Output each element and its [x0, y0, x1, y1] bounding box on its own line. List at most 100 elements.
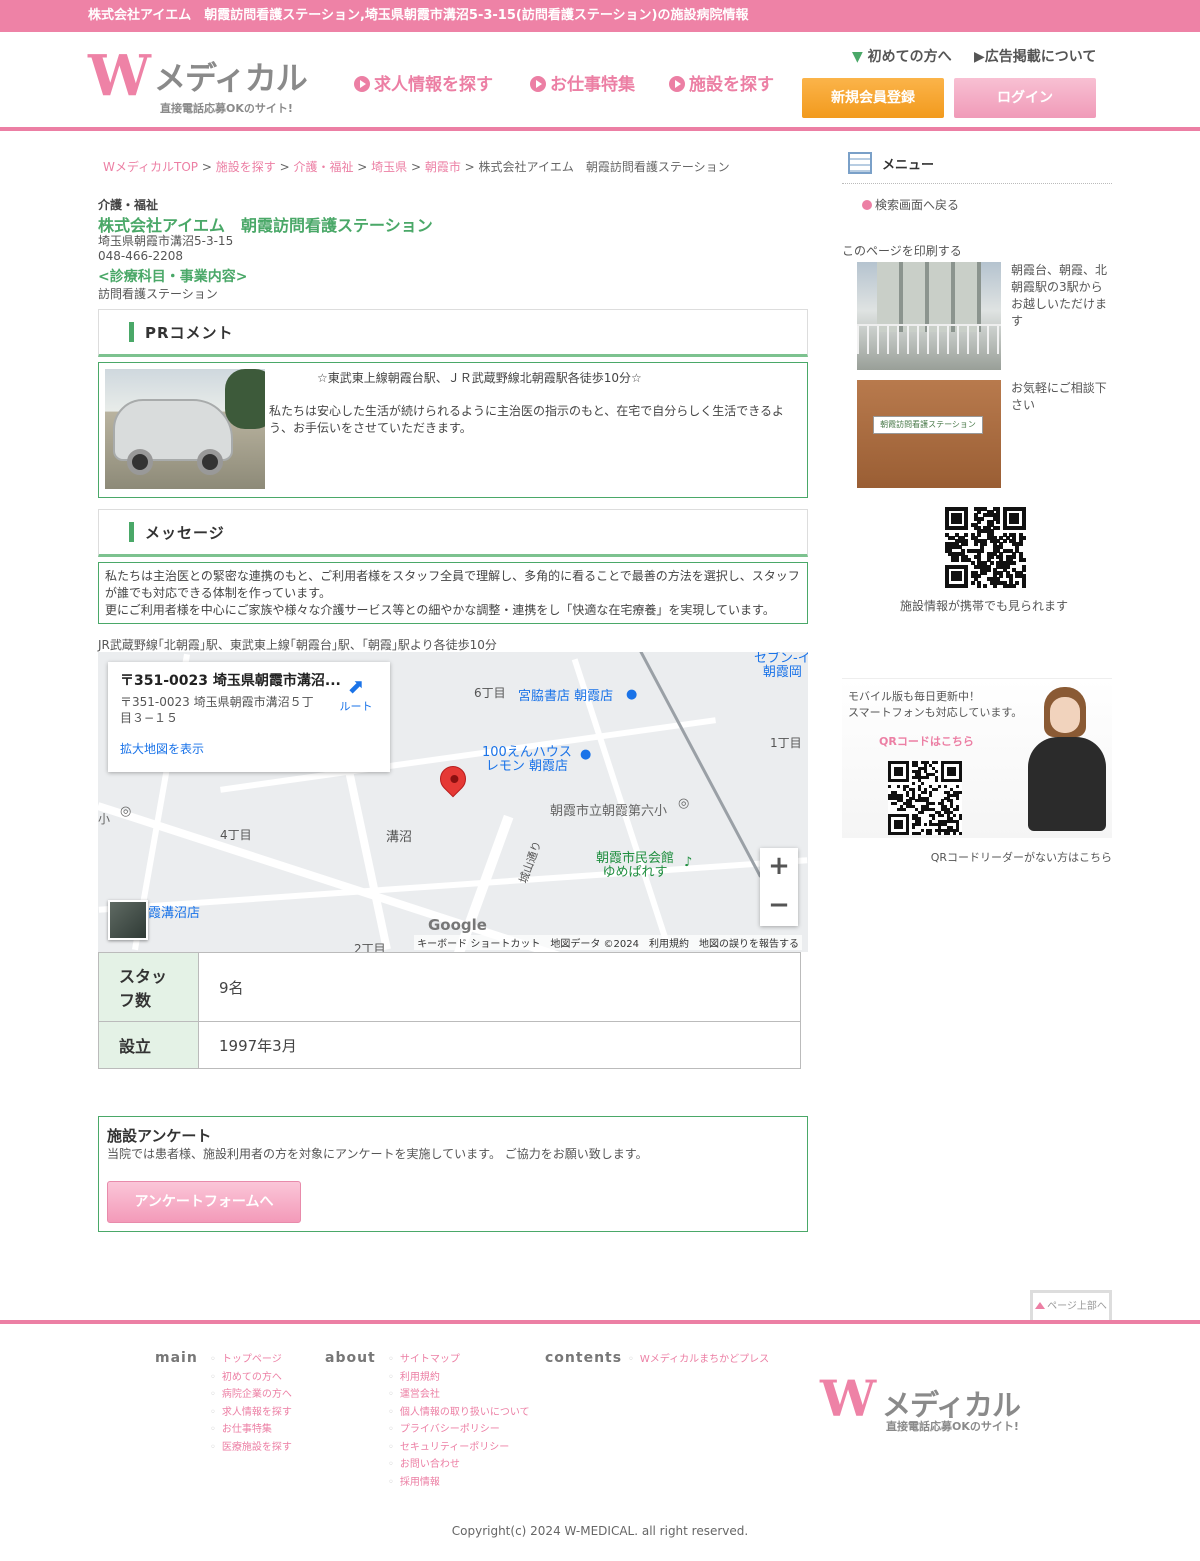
footer-main-link[interactable]: ◦ トップページ — [210, 1351, 292, 1369]
qr-module — [941, 814, 945, 818]
nav-job-search[interactable]: 求人情報を探す — [354, 70, 493, 95]
footer-main-link[interactable]: ◦ 初めての方へ — [210, 1369, 292, 1387]
footer-main-link[interactable]: ◦ 求人情報を探す — [210, 1404, 292, 1422]
breadcrumb-city[interactable]: 朝霞市 — [425, 160, 461, 174]
breadcrumb-facility[interactable]: 施設を探す — [216, 160, 276, 174]
breadcrumb-category[interactable]: 介護・福祉 — [293, 160, 353, 174]
shopping-bag-icon: ● — [626, 687, 638, 702]
print-page-link[interactable]: このページを印刷する — [842, 242, 962, 259]
footer-about-link[interactable]: ◦ 採用情報 — [388, 1474, 530, 1492]
photo1-caption: 朝霞台、朝霞、北朝霞駅の3駅からお越しいただけます — [1011, 263, 1108, 328]
pr-text-access: ☆東武東上線朝霞台駅、ＪＲ武蔵野線北朝霞駅各徒歩10分☆ — [317, 371, 642, 385]
util-advertise[interactable]: ▶広告掲載について — [974, 46, 1096, 66]
map-poi-100yen: 100えんハウス レモン 朝霞店 — [482, 745, 572, 774]
bullet-icon: ◦ — [388, 1354, 394, 1365]
qr-module — [911, 826, 915, 830]
footer-main-link[interactable]: ◦ 病院企業の方へ — [210, 1386, 292, 1404]
facility-photo-building — [857, 262, 1001, 370]
footer-main-link[interactable]: ◦ 医療施設を探す — [210, 1439, 292, 1457]
qr-module — [977, 583, 981, 588]
footer-main-links: ◦ トップページ ◦ 初めての方へ ◦ 病院企業の方へ ◦ 求人情報を探す ◦ お仕事特集 ◦ 医療施… — [210, 1351, 292, 1456]
table-value: 1997年3月 — [198, 1021, 801, 1069]
map-enlarge-link[interactable]: 拡大地図を表示 — [120, 740, 378, 757]
page-top-button[interactable]: ページ上部へ — [1030, 1290, 1112, 1320]
music-note-icon: ♪ — [684, 855, 693, 870]
qr-module — [956, 796, 960, 800]
qr-reader-link[interactable]: QRコードリーダーがない方はこちら — [842, 849, 1112, 865]
footer-about-link[interactable]: ◦ セキュリティーポリシー — [388, 1439, 530, 1457]
satellite-toggle[interactable] — [108, 900, 148, 940]
footer-contents-heading: contents — [545, 1350, 623, 1366]
breadcrumb-top[interactable]: WメディカルTOP — [103, 160, 198, 174]
qr-module — [964, 583, 969, 588]
register-button[interactable]: 新規会員登録 — [802, 78, 944, 118]
qr-module — [1021, 535, 1026, 540]
pr-text-body: 私たちは安心した生活が続けられるように主治医の指示のもと、在宅で自分らしく生活で… — [269, 404, 785, 435]
util-first-time[interactable]: ▼ 初めての方へ — [852, 46, 952, 66]
qr-module — [989, 561, 994, 566]
facility-photo-door: 朝霞訪問看護ステーション — [857, 380, 1001, 488]
footer-contents-link[interactable]: ◦ Wメディカルまちかどプレス — [628, 1351, 769, 1369]
message-line-1: 私たちは主治医との緊密な連携のもと、ご利用者様をスタッフ全員で理解し、多角的に看… — [105, 569, 800, 600]
breadcrumb-prefecture[interactable]: 埼玉県 — [371, 160, 407, 174]
map-attribution[interactable]: キーボード ショートカット 地図データ ©2024 利用規約 地図の誤りを報告す… — [414, 935, 802, 950]
footer-about-link[interactable]: ◦ お問い合わせ — [388, 1456, 530, 1474]
mobile-banner[interactable]: モバイル版も毎日更新中！ スマートフォンも対応しています。 QRコードはこちら — [842, 678, 1112, 838]
survey-form-button[interactable]: アンケートフォームへ — [107, 1181, 301, 1223]
qr-module — [1021, 583, 1026, 588]
google-map[interactable]: 6丁目 1丁目 4丁目 溝沼 2丁目 城山通り 小 ◎ 宮脇書店 朝霞店 ● 1… — [98, 652, 808, 952]
footer-logo[interactable]: W メディカル 直接電話応募OKのサイト! — [820, 1372, 1040, 1438]
qr-module — [917, 823, 921, 827]
map-poi-school: 朝霞市立朝霞第六小 — [550, 804, 668, 819]
bullet-icon: ◦ — [210, 1389, 216, 1400]
logo-mark: W — [88, 43, 151, 109]
qr-code-facility — [945, 507, 1026, 588]
login-button[interactable]: ログイン — [954, 78, 1096, 118]
qr-module — [902, 808, 906, 812]
survey-description: 当院では患者様、施設利用者の方を対象にアンケートを実施しています。 ご協力をお願… — [107, 1147, 648, 1161]
qr-module — [1015, 519, 1020, 524]
footer-about-link[interactable]: ◦ プライバシーポリシー — [388, 1421, 530, 1439]
dept-heading: <診療科目・事業内容> — [98, 269, 248, 285]
map-zoom-control: + − — [760, 848, 798, 926]
qr-module — [899, 826, 903, 830]
dept-value: 訪問看護ステーション — [98, 287, 218, 301]
footer-about-link[interactable]: ◦ サイトマップ — [388, 1351, 530, 1369]
google-logo: Google — [428, 916, 487, 934]
pr-heading: PRコメント — [145, 324, 234, 342]
map-label-1chome: 1丁目 — [770, 736, 802, 750]
back-to-search-link[interactable]: 検索画面へ戻る — [862, 196, 959, 213]
footer-main-link[interactable]: ◦ お仕事特集 — [210, 1421, 292, 1439]
qr-module — [996, 526, 1001, 531]
bullet-icon: ◦ — [388, 1459, 394, 1470]
footer-about-link[interactable]: ◦ 個人情報の取り扱いについて — [388, 1404, 530, 1422]
qr-module — [947, 832, 951, 836]
map-pin-icon[interactable] — [434, 760, 472, 798]
map-info-card: 〒351-0023 埼玉県朝霞市溝沼... 〒351-0023 埼玉県朝霞市溝沼… — [108, 662, 390, 772]
footer-divider — [0, 1320, 1200, 1324]
bullet-icon: ◦ — [210, 1441, 216, 1453]
breadcrumb-current: 株式会社アイエム 朝霞訪問看護ステーション — [478, 160, 730, 174]
sidebar-menu-heading: メニュー — [882, 158, 935, 173]
zoom-out-button[interactable]: − — [760, 887, 798, 926]
qr-module — [929, 793, 933, 797]
table-key: 設立 — [98, 1021, 199, 1069]
site-logo[interactable]: W メディカル 直接電話応募OKのサイト! — [88, 46, 308, 118]
qr-module — [911, 781, 915, 785]
play-circle-icon — [669, 76, 685, 92]
qr-module — [953, 772, 957, 776]
qr-module — [959, 817, 963, 821]
zoom-in-button[interactable]: + — [760, 848, 798, 887]
footer-about-link[interactable]: ◦ 運営会社 — [388, 1386, 530, 1404]
qr-module — [929, 832, 933, 836]
nav-facility-search[interactable]: 施設を探す — [669, 70, 774, 95]
school-icon: ◎ — [120, 804, 132, 819]
footer-about-link[interactable]: ◦ 利用規約 — [388, 1369, 530, 1387]
facility-category: 介護・福祉 — [98, 198, 159, 212]
nav-feature[interactable]: お仕事特集 — [530, 70, 635, 95]
message-heading: メッセージ — [145, 524, 225, 542]
map-route-button[interactable]: ⬈ ルート — [336, 674, 376, 714]
play-circle-icon — [354, 76, 370, 92]
table-row: 設立 1997年3月 — [98, 1021, 801, 1069]
survey-heading: 施設アンケート — [107, 1127, 212, 1145]
